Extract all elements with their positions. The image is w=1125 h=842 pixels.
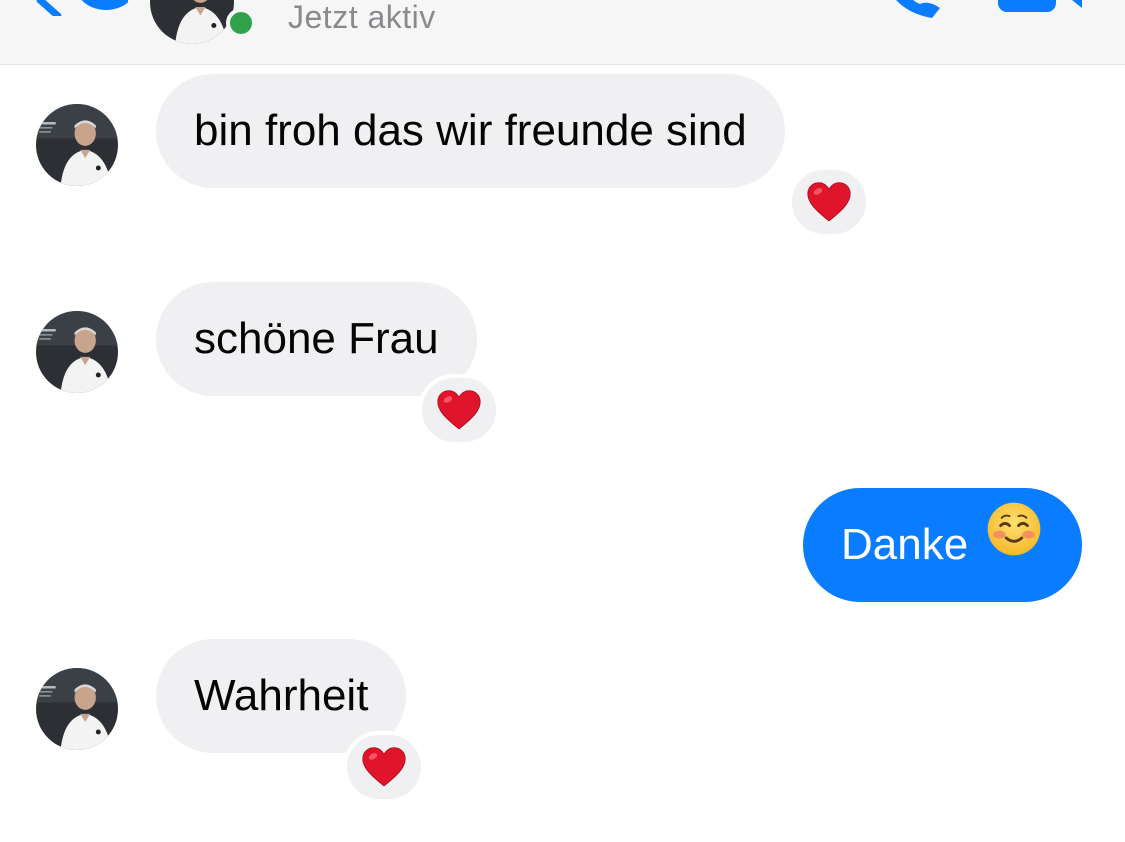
contact-avatar[interactable] [150,0,234,44]
sender-avatar[interactable] [36,668,118,750]
contact-status: Jetzt aktiv [288,0,436,35]
incoming-message-bubble[interactable]: schöne Frau [156,282,477,396]
message-reaction[interactable] [788,166,870,238]
chat-screen: Jetzt aktiv bin froh das wir freunde sin… [0,0,1125,842]
sender-avatar[interactable] [36,104,118,186]
message-reaction[interactable] [418,374,500,446]
smiling-face-emoji-icon [986,486,1042,600]
contact-avatar-image [150,0,234,44]
phone-icon [896,0,940,18]
incoming-message-bubble[interactable]: bin froh das wir freunde sind [156,74,785,188]
red-heart-icon [361,746,407,788]
message-text: Wahrheit [194,671,369,720]
voice-call-button[interactable] [880,0,944,20]
back-arrow-icon [36,0,131,20]
message-reaction[interactable] [343,731,425,803]
online-status-dot [226,8,256,38]
sender-avatar[interactable] [36,311,118,393]
message-text: schöne Frau [194,314,439,363]
message-text: Danke [841,520,969,569]
video-camera-icon [998,0,1082,12]
red-heart-icon [436,389,482,431]
outgoing-message-bubble[interactable]: Danke [803,486,1083,602]
red-heart-icon [806,181,852,223]
video-call-button[interactable] [996,0,1086,16]
message-text: bin froh das wir freunde sind [194,106,747,155]
back-button[interactable] [28,0,131,20]
chat-header: Jetzt aktiv [0,0,1125,65]
